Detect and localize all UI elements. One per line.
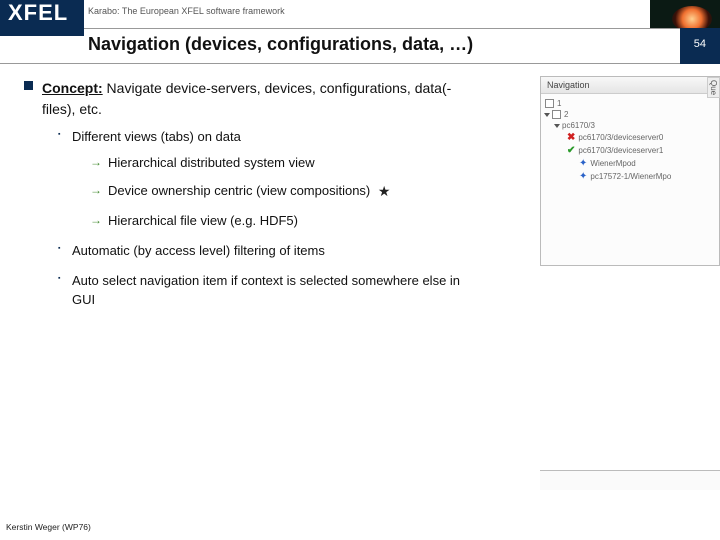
tree-n2: 2: [564, 110, 568, 119]
tree-row: 2: [545, 109, 715, 120]
tree-n2b: pc6170/3/deviceserver0: [578, 133, 663, 142]
concept-line: Concept: Navigate device-servers, device…: [24, 78, 474, 120]
top-bar: Karabo: The European XFEL software frame…: [0, 0, 720, 28]
tree-n2d: WienerMpod: [590, 159, 635, 168]
device-icon: ✦: [579, 158, 587, 169]
page-number-box: 54: [680, 28, 720, 64]
tree-n1: 1: [557, 99, 561, 108]
expand-icon: [554, 124, 560, 128]
tree-row: ✔pc6170/3/deviceserver1: [545, 144, 715, 157]
nav-tab-right: Que: [707, 77, 720, 98]
logo-line2: XFEL: [8, 0, 68, 26]
footer-author: Kerstin Weger (WP76): [6, 522, 91, 532]
nav-header: Navigation: [541, 77, 719, 94]
sub-bullet-1: Different views (tabs) on data Hierarchi…: [58, 128, 468, 230]
x-icon: ✖: [567, 132, 575, 143]
arrow-list: Hierarchical distributed system view Dev…: [90, 154, 468, 230]
star-icon: ★: [378, 182, 391, 202]
arrow-item-2: Device ownership centric (view compositi…: [90, 182, 468, 202]
checkbox-icon: [545, 99, 554, 108]
tree-n2c: pc6170/3/deviceserver1: [578, 146, 663, 155]
page-number: 54: [694, 38, 706, 50]
tree-row: 1: [545, 98, 715, 109]
tree-n2e: pc17572-1/WienerMpo: [590, 172, 671, 181]
concept-text: Navigate device-servers, devices, config…: [42, 80, 451, 117]
title-bar: Navigation (devices, configurations, dat…: [0, 28, 720, 64]
project-label: Karabo: The European XFEL software frame…: [88, 6, 285, 16]
check-icon: ✔: [567, 145, 575, 156]
nav-side-tabs: Que: [707, 77, 720, 100]
navigation-panel-screenshot: Navigation Que 1 2 pc6170/3 ✖pc6170/3/de…: [540, 76, 720, 266]
bullet-square-icon: [24, 81, 33, 90]
concept-lead: Concept:: [42, 80, 103, 96]
sub-bullet-2: Automatic (by access level) filtering of…: [58, 242, 468, 260]
checkbox-icon: [552, 110, 561, 119]
xfel-logo: European XFEL: [0, 0, 84, 36]
sub-bullet-1-text: Different views (tabs) on data: [72, 129, 241, 144]
tree-row: ✦pc17572-1/WienerMpo: [545, 170, 715, 183]
tree-n2a: pc6170/3: [562, 121, 595, 130]
arrow-item-2-text: Device ownership centric (view compositi…: [108, 184, 370, 199]
tree-row: pc6170/3: [545, 120, 715, 131]
tree-row: ✖pc6170/3/deviceserver0: [545, 131, 715, 144]
sub-bullet-3: Auto select navigation item if context i…: [58, 272, 468, 308]
nav-tree: 1 2 pc6170/3 ✖pc6170/3/deviceserver0 ✔pc…: [541, 94, 719, 187]
slide-title: Navigation (devices, configurations, dat…: [88, 34, 473, 55]
arrow-item-1: Hierarchical distributed system view: [90, 154, 468, 172]
arrow-item-3: Hierarchical file view (e.g. HDF5): [90, 212, 468, 230]
device-icon: ✦: [579, 171, 587, 182]
expand-icon: [544, 113, 550, 117]
nav-bottom-strip: [540, 470, 720, 490]
tree-row: ✦WienerMpod: [545, 157, 715, 170]
